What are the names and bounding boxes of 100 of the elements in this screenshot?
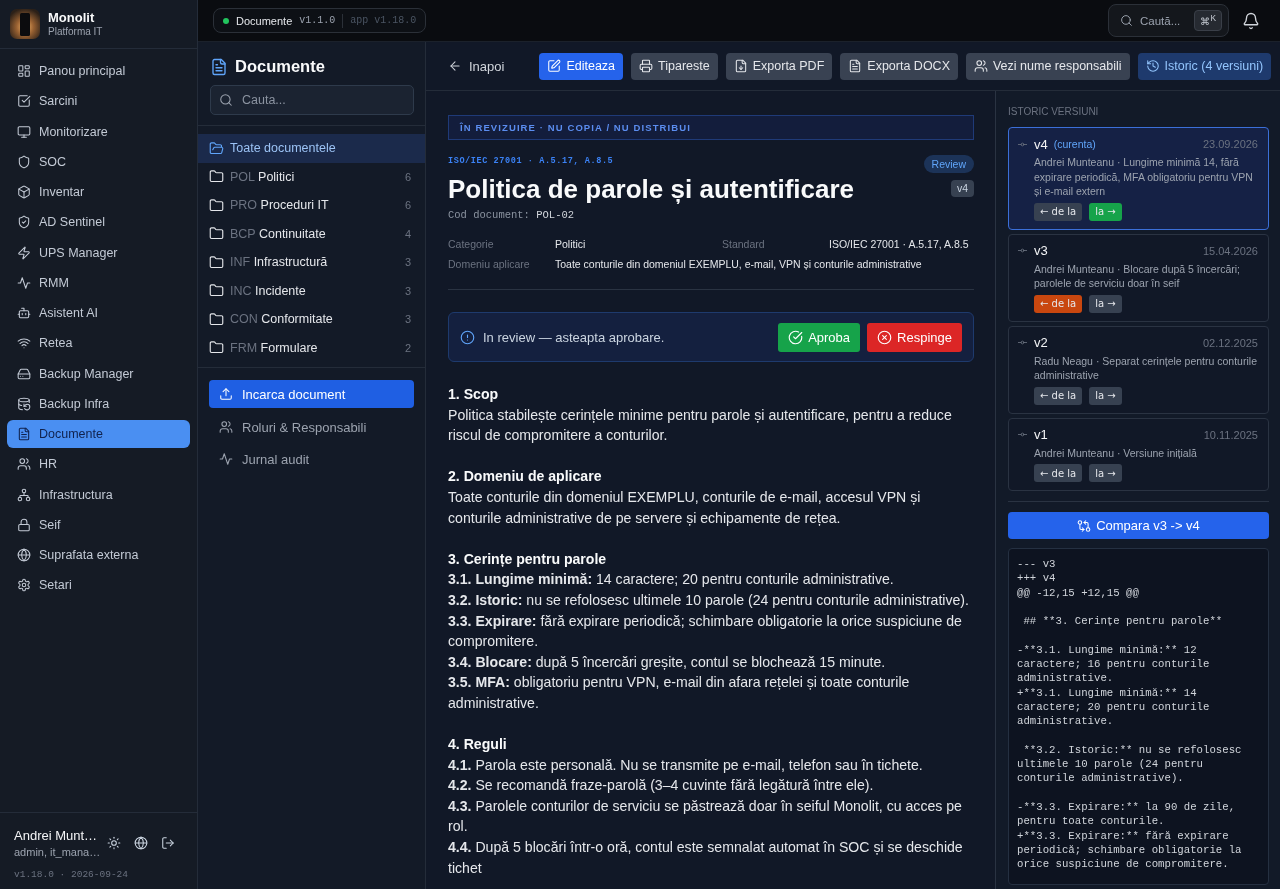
folder-item[interactable]: INF Infrastructură 3 [198,248,425,277]
file-download-icon [733,59,748,73]
folder-icon [209,283,224,299]
nav-item[interactable]: Infrastructura [7,480,190,509]
logout-icon[interactable] [161,836,176,850]
section-paragraph: 3.4. Blocare: după 5 încercări greșite, contul se blochează 15 minute. [448,652,887,672]
nav-item[interactable]: Panou principal [7,57,190,85]
version-date: 15.04.2026 [1202,244,1258,257]
upload-icon [219,387,233,401]
shield-icon [17,154,31,169]
toolbar-button[interactable]: Exporta PDF [725,52,833,80]
nav-item[interactable]: Retea [7,329,190,358]
bell-icon[interactable] [1242,11,1260,30]
check-circle-icon [788,329,804,345]
section-paragraph: 4.2. Se recomandă fraze-parolă (3–4 cuvinte fără legătură între ele). [448,776,875,796]
version-card[interactable]: v1 10.11.2025 Andrei Munteanu · Versiune inițială ← de la la → [1008,417,1269,491]
lock-icon [17,517,31,532]
compare-from-button[interactable]: ← de la [1034,294,1083,313]
checkbox-icon [17,94,31,109]
nav-item[interactable]: SOC [7,147,190,176]
info-icon [460,329,475,345]
diff-text: --- v3 +++ v4 @@ -12,15 +12,15 @@ ## **3. Cerințe pentru parole** -**3.1. Lungime minimă:** 12 caractere; 16 pentru conturile administrative. +**3.1. Lungime minimă:** 14 caractere; 20 pentru conturile administrative. **3.2. Istoric:** nu se refolosesc ultimele 10 parole (24 pentru conturile administrative). -**3.3. Expirare:** la 90 de zile, pentru toate conturile. +**3.3. Expirare:** fără expirare periodică; schimbare obligatorie la orice suspiciune de compromitere. [1008,548,1269,885]
shield-check-icon [17,215,31,230]
user-roles: admin, it_mana… [14,846,101,858]
folder-item[interactable]: FRM Formulare 2 [198,333,425,362]
nav-item[interactable]: Backup Manager [7,359,190,388]
compare-to-button[interactable]: la → [1089,294,1122,313]
folder-item[interactable]: INC Incidente 3 [198,276,425,305]
section-paragraph: 3.3. Expirare: fără expirare periodică; schimbare obligatorie la orice suspiciune de compromitere. [448,611,963,652]
toolbar-button[interactable]: Exporta DOCX [840,52,958,80]
search-icon [1120,14,1133,27]
version-card[interactable]: v4 (curenta) 23.09.2026 Andrei Munteanu · Lungime minimă 14, fără expirare periodică, MFA obligatoriu pentru VPN și e-mail extern ← de la la → [1008,127,1269,230]
nav-item[interactable]: Documente [7,420,190,448]
nav-item[interactable]: Suprafata externa [7,541,190,569]
panel-link[interactable]: Jurnal audit [209,443,414,475]
folder-item[interactable]: POL Politici 6 [198,162,425,191]
nav-item[interactable]: Inventar [7,178,190,206]
status-badge: Review [923,155,974,173]
module-name: Documente [236,14,293,27]
globe-icon[interactable] [134,836,149,850]
document-icon [210,57,228,76]
folder-icon [209,311,224,327]
nav-item[interactable]: Seif [7,510,190,539]
globe-icon [17,548,31,562]
search-icon [219,93,233,107]
nav-item[interactable]: UPS Manager [7,238,190,267]
nav-item[interactable]: HR [7,450,190,479]
edit-icon [547,59,562,73]
compare-to-button[interactable]: la → [1089,464,1122,482]
x-circle-icon [877,329,893,345]
folder-item[interactable]: CON Conformitate 3 [198,305,425,334]
nav-item[interactable]: RMM [7,268,190,297]
nav-item[interactable]: Asistent AI [7,299,190,327]
toolbar-button[interactable]: Tipareste [631,52,718,80]
version-badge: v4 [950,180,974,197]
robot-icon [17,306,31,320]
compare-from-button[interactable]: ← de la [1034,464,1083,482]
commit-icon [1017,245,1028,256]
version-date: 02.12.2025 [1202,336,1258,349]
folder-item[interactable]: Toate documentele [198,134,425,163]
nav-item[interactable]: Setari [7,571,190,600]
compare-from-button[interactable]: ← de la [1034,202,1083,221]
nav-item[interactable]: Monitorizare [7,117,190,146]
toolbar-button[interactable]: Istoric (4 versiuni) [1137,52,1272,80]
folder-icon [209,254,224,270]
users-icon [219,420,233,434]
section-paragraph: 4.3. Parolele conturilor de serviciu se păstrează doar în seiful Monolit, cu acces pe rol. [448,796,963,837]
version-card[interactable]: v3 15.04.2026 Andrei Munteanu · Blocare după 5 încercări; parolele de serviciu doar în seif ← de la la → [1008,233,1269,322]
cube-icon [17,185,31,199]
nav-item[interactable]: Backup Infra [7,389,190,418]
database-icon [17,396,31,411]
user-name: Andrei Munt… [14,828,99,843]
search-field[interactable]: Cauta... [210,85,414,115]
sun-icon[interactable] [107,836,122,850]
back-button[interactable]: Inapoi [448,58,505,74]
monolith-logo-icon [10,9,40,39]
toolbar-button[interactable]: Vezi nume responsabili [965,52,1130,80]
reject-button[interactable]: Respinge [867,322,962,352]
folder-item[interactable]: BCP Continuitate 4 [198,219,425,248]
compare-from-button[interactable]: ← de la [1034,386,1083,405]
version-summary: Andrei Munteanu · Lungime minimă 14, fără expirare periodică, MFA obligatoriu pentru VPN și e-mail extern [1034,155,1254,199]
nav-item[interactable]: AD Sentinel [7,208,190,237]
folder-item[interactable]: PRO Proceduri IT 6 [198,191,425,220]
section-paragraph: Politica stabilește cerințele minime pentru parole și autentificare, pentru a reduce riscul de compromitere a conturilor. [448,405,953,446]
section-paragraph: 3.2. Istoric: nu se refolosesc ultimele 10 parole (24 pentru conturile administrative). [448,590,970,610]
toolbar-button[interactable]: Editeaza [539,52,624,80]
lightning-icon [17,245,31,260]
panel-title: ISTORIC VERSIUNI [1008,106,1100,118]
version-card[interactable]: v2 02.12.2025 Radu Neagu · Separat cerințele pentru conturile administrative ← de la la → [1008,325,1269,414]
module-version: v1.1.0 [299,15,336,26]
panel-link[interactable]: Roluri & Responsabili [209,411,414,443]
compare-button[interactable]: Compara v3 -> v4 [1008,512,1269,539]
settings-icon [17,578,31,593]
panel-title: Documente [235,57,325,76]
compare-to-button[interactable]: la → [1089,386,1122,405]
users-icon [973,59,988,73]
search-button[interactable]: Caută... ⌘$^{K}$ [1108,4,1229,37]
meta-value: Politici [555,237,587,251]
nav-item[interactable]: Sarcini [7,87,190,116]
upload-button[interactable]: Incarca document [209,380,414,408]
